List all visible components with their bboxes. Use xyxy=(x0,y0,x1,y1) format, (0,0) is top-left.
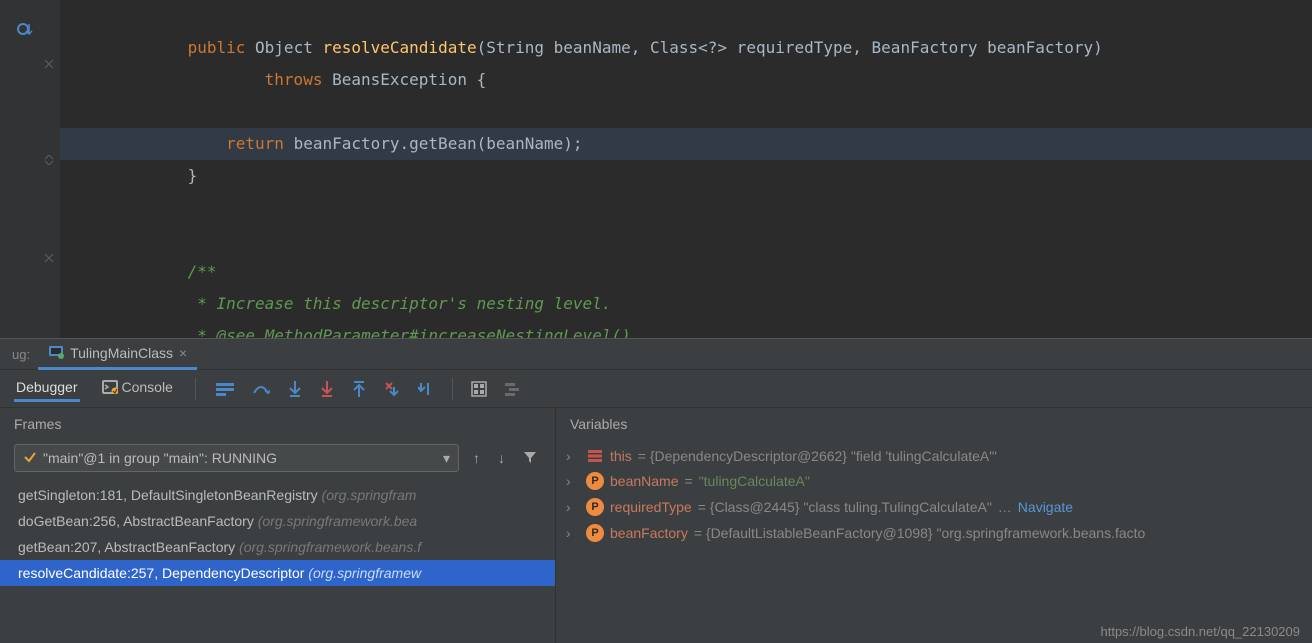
force-step-into-icon[interactable] xyxy=(320,380,334,398)
run-to-cursor-icon[interactable] xyxy=(418,381,434,397)
fold-icon[interactable] xyxy=(44,56,54,72)
run-tab-bar: ug: TulingMainClass × xyxy=(0,338,1312,370)
trace-icon[interactable] xyxy=(505,381,521,397)
expand-icon[interactable]: › xyxy=(566,499,580,515)
thread-name: "main"@1 in group "main": RUNNING xyxy=(43,450,277,466)
evaluate-expression-icon[interactable] xyxy=(471,381,487,397)
run-config-tab[interactable]: TulingMainClass × xyxy=(38,338,197,370)
code-line[interactable]: * Increase this descriptor's nesting lev… xyxy=(60,288,1312,320)
variables-panel: Variables › this = {DependencyDescriptor… xyxy=(556,408,1312,643)
run-label: ug: xyxy=(4,347,38,362)
code-line[interactable]: return beanFactory.getBean(beanName); xyxy=(60,128,1312,160)
expand-icon[interactable]: › xyxy=(566,473,580,489)
check-icon xyxy=(23,450,37,467)
chevron-down-icon: ▾ xyxy=(443,450,450,467)
debug-body: Frames "main"@1 in group "main": RUNNING… xyxy=(0,408,1312,643)
close-icon[interactable]: × xyxy=(179,345,187,361)
tab-console[interactable]: Console xyxy=(100,375,175,402)
code-line[interactable]: public Object resolveCandidate(String be… xyxy=(60,32,1312,64)
step-out-icon[interactable] xyxy=(352,380,366,398)
frames-title: Frames xyxy=(0,408,555,440)
frame-item[interactable]: doGetBean:256, AbstractBeanFactory (org.… xyxy=(0,508,555,534)
navigate-link[interactable]: Navigate xyxy=(1018,499,1073,515)
frame-item[interactable]: resolveCandidate:257, DependencyDescript… xyxy=(0,560,555,586)
code-line[interactable]: /** xyxy=(60,256,1312,288)
frame-item[interactable]: getSingleton:181, DefaultSingletonBeanRe… xyxy=(0,482,555,508)
watermark: https://blog.csdn.net/qq_22130209 xyxy=(1101,624,1301,639)
frames-panel: Frames "main"@1 in group "main": RUNNING… xyxy=(0,408,556,643)
code-line[interactable] xyxy=(60,96,1312,128)
run-config-icon xyxy=(48,343,64,362)
tab-debugger[interactable]: Debugger xyxy=(14,375,80,402)
code-line[interactable]: } xyxy=(60,160,1312,192)
code-line[interactable] xyxy=(60,0,1312,32)
code-line[interactable] xyxy=(60,192,1312,224)
fold-icon[interactable] xyxy=(44,250,54,266)
code-line[interactable]: throws BeansException { xyxy=(60,64,1312,96)
separator xyxy=(195,378,196,400)
editor-gutter xyxy=(0,0,60,338)
fold-end-icon[interactable] xyxy=(44,152,54,168)
code-editor[interactable]: public Object resolveCandidate(String be… xyxy=(0,0,1312,338)
step-into-icon[interactable] xyxy=(288,380,302,398)
variable-row[interactable]: ›P beanName = "tulingCalculateA" xyxy=(556,468,1312,494)
code-area[interactable]: public Object resolveCandidate(String be… xyxy=(60,0,1312,338)
variable-list[interactable]: › this = {DependencyDescriptor@2662} "fi… xyxy=(556,440,1312,550)
override-icon[interactable] xyxy=(16,20,34,41)
thread-selector[interactable]: "main"@1 in group "main": RUNNING ▾ xyxy=(14,444,459,472)
variable-row[interactable]: ›P requiredType = {Class@2445} "class tu… xyxy=(556,494,1312,520)
expand-icon[interactable]: › xyxy=(566,525,580,541)
variable-row[interactable]: › this = {DependencyDescriptor@2662} "fi… xyxy=(556,444,1312,468)
frame-item[interactable]: getBean:207, AbstractBeanFactory (org.sp… xyxy=(0,534,555,560)
next-frame-button[interactable]: ↓ xyxy=(494,446,509,470)
filter-frames-button[interactable] xyxy=(519,446,541,471)
code-line[interactable]: * @see MethodParameter#increaseNestingLe… xyxy=(60,320,1312,338)
debug-toolbar: Debugger Console xyxy=(0,370,1312,408)
frame-list[interactable]: getSingleton:181, DefaultSingletonBeanRe… xyxy=(0,482,555,643)
code-line[interactable] xyxy=(60,224,1312,256)
step-over-icon[interactable] xyxy=(252,381,270,397)
variable-row[interactable]: ›P beanFactory = {DefaultListableBeanFac… xyxy=(556,520,1312,546)
expand-icon[interactable]: › xyxy=(566,448,580,464)
variables-title: Variables xyxy=(556,408,1312,440)
prev-frame-button[interactable]: ↑ xyxy=(469,446,484,470)
separator xyxy=(452,378,453,400)
drop-frame-icon[interactable] xyxy=(384,381,400,397)
show-execution-point-icon[interactable] xyxy=(216,382,234,396)
run-config-name: TulingMainClass xyxy=(70,345,173,361)
